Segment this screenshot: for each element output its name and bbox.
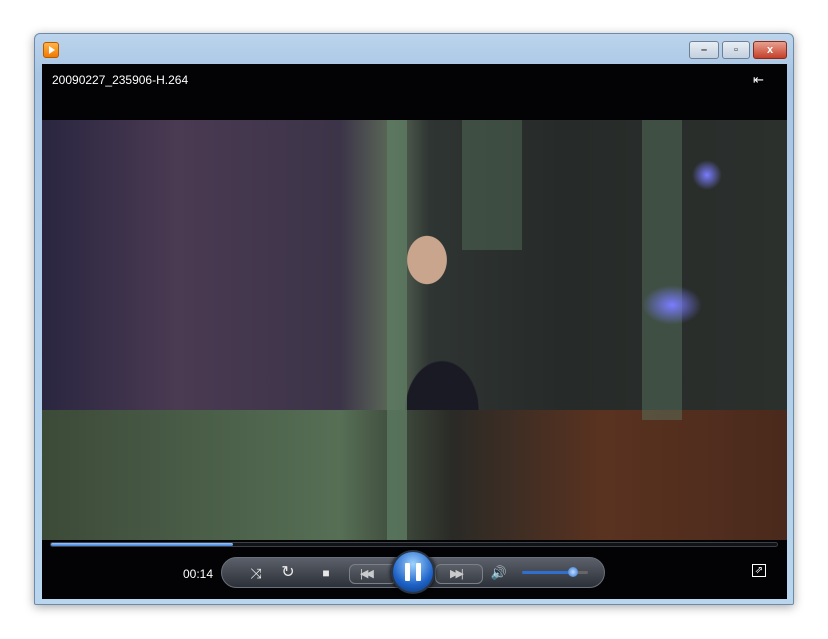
seek-bar-fill <box>51 543 233 546</box>
player-content: 20090227_235906-H.264 ⇤ 00:14 ⤨ ↻ ■ |◀◀ … <box>42 64 787 599</box>
player-window: – ▫ x 20090227_235906-H.264 ⇤ 00:14 ⤨ ↻ … <box>34 33 794 605</box>
minimize-button[interactable]: – <box>689 41 719 59</box>
volume-slider[interactable] <box>522 567 588 577</box>
maximize-button[interactable]: ▫ <box>722 41 750 59</box>
repeat-icon[interactable]: ↻ <box>278 563 298 583</box>
switch-to-library-icon[interactable]: ⇤ <box>753 72 771 88</box>
video-light <box>642 285 702 325</box>
file-name: 20090227_235906-H.264 <box>52 73 189 87</box>
shuffle-icon[interactable]: ⤨ <box>246 563 266 583</box>
video-truss <box>387 120 407 540</box>
previous-button[interactable]: |◀◀ <box>349 564 397 584</box>
video-light <box>692 160 722 190</box>
fullscreen-icon[interactable]: ⇗ <box>752 564 766 577</box>
volume-icon[interactable]: 🔊 <box>488 563 510 583</box>
current-time: 00:14 <box>183 567 214 581</box>
stop-button[interactable]: ■ <box>318 563 334 583</box>
video-floor <box>42 410 787 540</box>
next-button[interactable]: ▶▶| <box>435 564 483 584</box>
video-frame[interactable] <box>42 120 787 540</box>
video-truss <box>462 120 522 250</box>
media-player-icon <box>43 42 59 58</box>
seek-bar[interactable] <box>50 542 778 547</box>
pause-button[interactable] <box>391 550 435 594</box>
close-button[interactable]: x <box>753 41 787 59</box>
video-truss <box>642 120 682 420</box>
